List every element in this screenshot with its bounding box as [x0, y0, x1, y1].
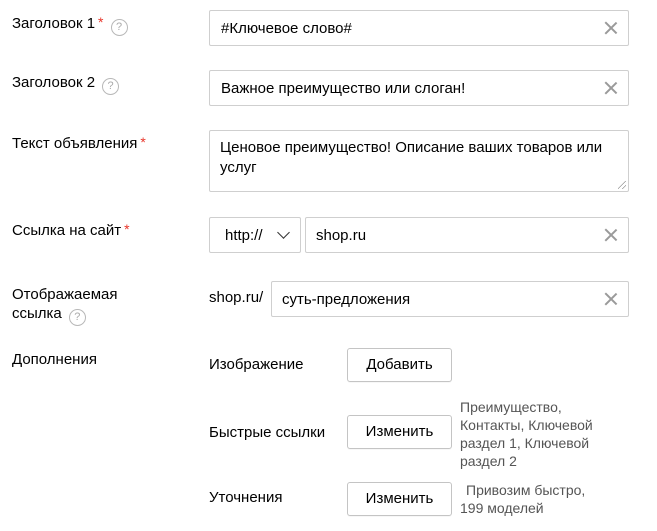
display-link-prefix: shop.ru/ [209, 289, 264, 306]
edit-clarifications-button[interactable]: Изменить [347, 482, 452, 516]
help-icon[interactable]: ? [68, 309, 86, 326]
headline1-label-text: Заголовок 1 [12, 15, 96, 32]
ad-text-textarea[interactable]: Ценовое преимущество! Описание ваших тов… [209, 130, 629, 192]
headline1-value: #Ключевое слово# [221, 20, 352, 37]
display-link-label-line2: ссылка? [12, 304, 86, 326]
extensions-label: Дополнения [12, 351, 97, 368]
clear-icon[interactable] [604, 292, 618, 306]
ad-text-value: Ценовое преимущество! Описание ваших тов… [220, 139, 603, 176]
required-marker: * [140, 134, 146, 150]
note-line: Контакты, Ключевой [460, 417, 593, 433]
display-link-input[interactable]: суть-предложения [271, 281, 629, 317]
site-url-value: shop.ru [316, 227, 367, 244]
protocol-select[interactable]: http:// [209, 217, 301, 253]
ad-text-label-text: Текст объявления [12, 135, 138, 152]
headline2-input[interactable]: Важное преимущество или слоган! [209, 70, 629, 106]
display-link-value: суть-предложения [282, 291, 411, 308]
headline1-input[interactable]: #Ключевое слово# [209, 10, 629, 46]
ad-text-label: Текст объявления * [12, 133, 146, 154]
resize-handle-icon[interactable] [618, 181, 626, 189]
headline2-label: Заголовок 2? [12, 73, 120, 95]
edit-quick-links-button[interactable]: Изменить [347, 415, 452, 449]
help-icon[interactable]: ? [102, 78, 120, 95]
note-line: 199 моделей [460, 500, 544, 516]
site-link-label: Ссылка на сайт * [12, 220, 130, 241]
chevron-down-icon [277, 226, 290, 239]
required-marker: * [124, 221, 130, 237]
clarifications-note: Привозим быстро, 199 моделей [460, 481, 586, 517]
clarifications-label: Уточнения [209, 489, 283, 506]
clear-icon[interactable] [604, 21, 618, 35]
note-line: Привозим быстро, [466, 482, 586, 498]
clear-icon[interactable] [604, 228, 618, 242]
display-link-label-line1: Отображаемая [12, 286, 118, 303]
protocol-value: http:// [225, 227, 263, 244]
quick-links-label: Быстрые ссылки [209, 424, 326, 441]
help-icon[interactable]: ? [110, 19, 128, 36]
headline2-label-text: Заголовок 2 [12, 74, 96, 91]
site-url-input[interactable]: shop.ru [305, 217, 629, 253]
headline2-value: Важное преимущество или слоган! [221, 80, 466, 97]
image-label: Изображение [209, 356, 304, 373]
display-link-label-text: ссылка [12, 305, 62, 322]
note-line: Преимущество, [460, 399, 562, 415]
site-link-label-text: Ссылка на сайт [12, 222, 122, 239]
quick-links-note: Преимущество, Контакты, Ключевой раздел … [460, 398, 593, 470]
note-line: раздел 1, Ключевой [460, 435, 590, 451]
required-marker: * [98, 14, 104, 30]
note-line: раздел 2 [460, 453, 517, 469]
headline1-label: Заголовок 1 *? [12, 13, 128, 36]
clear-icon[interactable] [604, 81, 618, 95]
ad-editor-form: Заголовок 1 *? #Ключевое слово# Заголовок… [0, 0, 657, 531]
add-image-button[interactable]: Добавить [347, 348, 452, 382]
